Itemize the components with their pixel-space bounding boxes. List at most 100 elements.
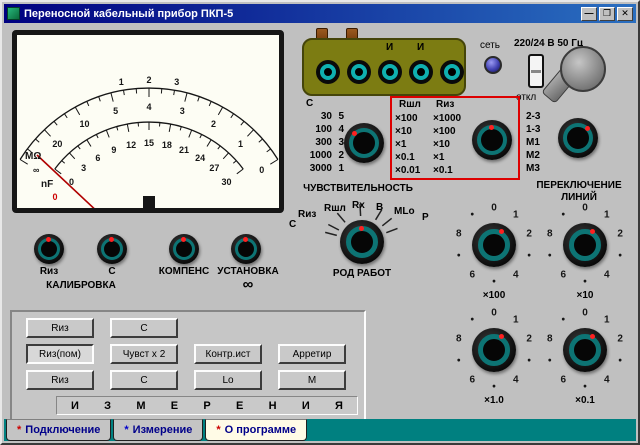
mode-knob[interactable] xyxy=(340,220,384,264)
sensitivity-scale: 30 5 100 4 300 3 1000 2 3000 1 xyxy=(298,110,344,175)
compensation-knob[interactable] xyxy=(169,234,199,264)
multiplier-option: ×0.1 ×1 xyxy=(395,152,445,163)
knob-pointer-dot xyxy=(590,229,595,234)
mode-tick xyxy=(325,231,337,237)
mains-connector-knob[interactable] xyxy=(560,46,606,92)
line-switch-option: M1 xyxy=(526,137,540,148)
dial-dot: • xyxy=(470,314,475,326)
push-button-col4-2[interactable]: М xyxy=(278,370,346,390)
meter-nf-label: 3 xyxy=(81,163,87,174)
decade-dial-x10[interactable]: 0 1 2 • 4 • 6 • 8 • xyxy=(540,200,630,290)
compensation-label: КОМПЕНС xyxy=(158,266,210,277)
terminal-socket-1[interactable] xyxy=(316,60,340,84)
power-indicator-lamp xyxy=(484,56,502,74)
tab-star-icon: * xyxy=(124,424,129,436)
mode-tick xyxy=(386,227,398,234)
riz-calibration-knob[interactable] xyxy=(34,234,64,264)
mode-label: РОД РАБОТ xyxy=(332,268,392,279)
knob-pointer-dot xyxy=(352,131,357,136)
push-button-col1-3[interactable]: Rиз xyxy=(26,370,94,390)
dial-label-x10: ×10 xyxy=(576,290,594,301)
push-button-col2-2[interactable]: Чувст х 2 xyxy=(110,344,178,364)
dial-digit: 1 xyxy=(512,314,519,326)
terminal-socket-5[interactable] xyxy=(440,60,464,84)
meter-mohm-label: 1 xyxy=(238,138,244,149)
dial-digit: 8 xyxy=(456,333,462,345)
knob-pointer-dot xyxy=(181,237,186,242)
mode-option-label: Rиз xyxy=(298,209,317,220)
dial-dot: • xyxy=(548,355,552,367)
meter-nf-label: 6 xyxy=(95,152,101,163)
meter-top-label: 1 xyxy=(118,77,124,88)
dial-dot: • xyxy=(561,314,566,326)
meter-mohm-label: 0 xyxy=(259,164,265,175)
line-switch-knob[interactable] xyxy=(558,118,598,158)
decade-dial-knob[interactable] xyxy=(563,328,607,372)
bottom-tab-1[interactable]: * Подключение xyxy=(6,419,112,441)
terminal-socket-2[interactable] xyxy=(347,60,371,84)
decade-dial-knob[interactable] xyxy=(472,328,516,372)
maximize-button[interactable]: ❐ xyxy=(599,6,615,21)
line-switch-option: 2-3 xyxy=(526,111,541,122)
decade-dial-x01[interactable]: 0 1 2 • 4 • 6 • 8 • xyxy=(540,305,630,395)
measurement-letter: И xyxy=(71,399,79,412)
push-button-col1-2[interactable]: Rиз(пом) xyxy=(26,344,94,364)
dial-dot: • xyxy=(457,250,461,262)
push-button-col2-3[interactable]: С xyxy=(110,370,178,390)
meter-nf-label: 27 xyxy=(209,163,220,174)
sensitivity-knob[interactable] xyxy=(344,123,384,163)
push-button-col3-2[interactable]: Lo xyxy=(194,370,262,390)
terminal-socket-3[interactable] xyxy=(378,60,402,84)
terminal-i-label: И xyxy=(417,42,425,53)
window-title: Переносной кабельный прибор ПКП-5 xyxy=(24,7,234,20)
dial-digit: 1 xyxy=(603,314,610,326)
dial-digit: 6 xyxy=(560,374,567,386)
tab-label: Измерение xyxy=(132,424,193,436)
app-icon xyxy=(7,7,20,20)
measurement-letter: Н xyxy=(268,399,277,412)
push-button-col1-1[interactable]: Rиз xyxy=(26,318,94,338)
dial-digit: 0 xyxy=(491,307,497,319)
decade-dial-x1[interactable]: 0 1 2 • 4 • 6 • 8 • xyxy=(449,305,539,395)
terminal-socket-4[interactable] xyxy=(409,60,433,84)
push-button-col2-1[interactable]: С xyxy=(110,318,178,338)
line-switch-scale: 2-3 1-3 M1 M2 M3 xyxy=(526,110,560,175)
push-button-col3-1[interactable]: Контр.ист xyxy=(194,344,262,364)
decade-dial-knob[interactable] xyxy=(472,223,516,267)
multiplier-knob[interactable] xyxy=(472,120,512,160)
dial-dot: • xyxy=(618,355,622,367)
dial-dot: • xyxy=(492,276,496,288)
power-switch[interactable] xyxy=(528,54,544,88)
c-calibration-knob[interactable] xyxy=(97,234,127,264)
meter-nf-label: 18 xyxy=(161,139,172,150)
meter-nf-label: 30 xyxy=(221,176,232,187)
decade-dial-knob[interactable] xyxy=(563,223,607,267)
meter-unit-mohm: МΩ xyxy=(25,151,42,162)
bottom-tab-2[interactable]: * Измерение xyxy=(113,419,204,441)
bottom-tab-3[interactable]: * О программе xyxy=(205,419,308,441)
measurement-letter: Е xyxy=(170,399,179,412)
dial-digit: 1 xyxy=(603,209,610,221)
dial-digit: 6 xyxy=(560,269,567,281)
measurement-letter: И xyxy=(301,399,310,412)
knob-pointer-dot xyxy=(499,229,504,234)
meter-zero-mark: 0 xyxy=(52,192,58,202)
push-button-col4-1[interactable]: Арретир xyxy=(278,344,346,364)
dial-dot: • xyxy=(583,276,587,288)
mode-option-label: Р xyxy=(422,212,429,223)
minimize-button[interactable]: — xyxy=(581,6,597,21)
title-bar[interactable]: Переносной кабельный прибор ПКП-5 — ❐ ✕ xyxy=(4,4,636,23)
close-button[interactable]: ✕ xyxy=(617,6,633,21)
dial-dot: • xyxy=(527,250,531,262)
dial-digit: 0 xyxy=(582,202,588,214)
sensitivity-option: 3000 1 xyxy=(309,163,344,174)
infinity-set-knob[interactable] xyxy=(231,234,261,264)
rshl-header: Rшл xyxy=(399,99,421,110)
sensitivity-option: 30 5 xyxy=(320,111,344,122)
meter-mohm-label: 3 xyxy=(179,106,185,117)
line-switch-option: M3 xyxy=(526,163,540,174)
meter-face: МΩ nF 0 ∞ 20 10 5 4 3 2 1 0 0 3 6 9 12 15 18 21 24 27 30 1 2 3 xyxy=(17,35,279,208)
meter-unit-nf: nF xyxy=(41,179,54,190)
mode-option-label: С xyxy=(289,219,297,230)
decade-dial-x100[interactable]: 0 1 2 • 4 • 6 • 8 • xyxy=(449,200,539,290)
